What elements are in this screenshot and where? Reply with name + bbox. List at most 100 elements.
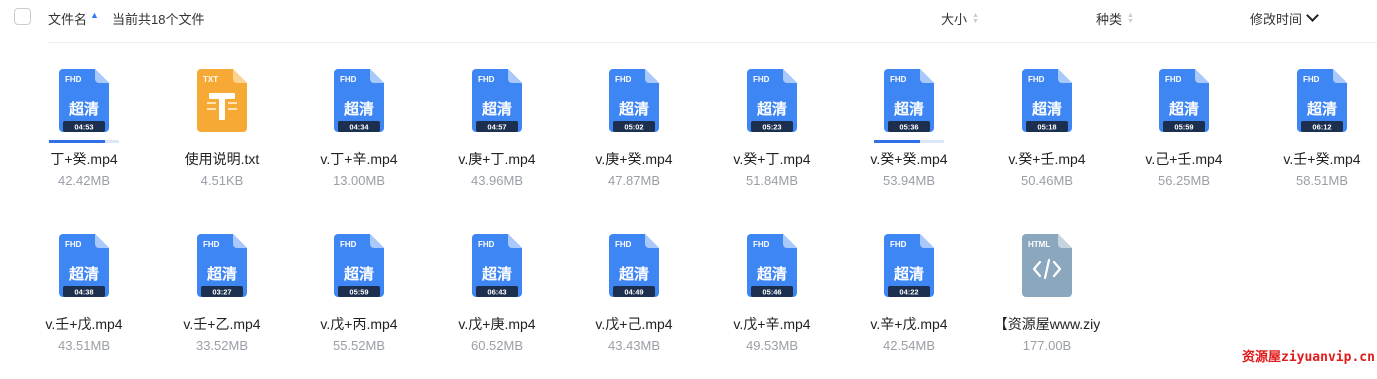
duration-label: 05:36 (899, 123, 918, 132)
quality-label: 超清 (68, 100, 99, 118)
file-name[interactable]: v.癸+癸.mp4 (844, 149, 974, 169)
file-type-badge: FHD (478, 240, 495, 249)
file-name[interactable]: v.戊+丙.mp4 (294, 314, 424, 334)
duration-label: 05:46 (762, 288, 781, 297)
file-size: 43.96MB (470, 173, 524, 188)
file-size: 49.53MB (745, 338, 799, 353)
file-name[interactable]: v.庚+丁.mp4 (432, 149, 562, 169)
file-name[interactable]: 丁+癸.mp4 (19, 149, 149, 169)
file-size: 53.94MB (882, 173, 936, 188)
video-file-icon: FHD 超清 03:27 (197, 234, 247, 297)
file-item[interactable]: TXT 使用说明.txt 4.51KB (157, 69, 287, 199)
file-item[interactable]: FHD 超清 05:02 v.庚+癸.mp4 47.87MB (569, 69, 699, 199)
file-size: 60.52MB (470, 338, 524, 353)
file-name[interactable]: v.戊+庚.mp4 (432, 314, 562, 334)
file-name[interactable]: v.戊+辛.mp4 (707, 314, 837, 334)
video-file-icon: FHD 超清 04:53 (59, 69, 109, 132)
file-item[interactable]: FHD 超清 05:59 v.己+壬.mp4 56.25MB (1119, 69, 1249, 199)
duration-label: 04:34 (349, 123, 369, 132)
file-item[interactable]: FHD 超清 04:38 v.壬+戊.mp4 43.51MB (19, 234, 149, 364)
file-size: 58.51MB (1295, 173, 1349, 188)
file-name[interactable]: 【资源屋www.ziy (982, 314, 1112, 334)
duration-label: 03:27 (212, 288, 231, 297)
sort-by-type-button[interactable]: 种类 ▲ ▼ (1096, 9, 1134, 28)
file-name[interactable]: v.庚+癸.mp4 (569, 149, 699, 169)
file-type-badge: FHD (1028, 75, 1045, 84)
file-item[interactable]: FHD 超清 04:34 v.丁+辛.mp4 13.00MB (294, 69, 424, 199)
duration-label: 05:18 (1037, 123, 1056, 132)
file-count: 当前共18个文件 (112, 12, 205, 27)
video-file-icon: FHD 超清 05:46 (747, 234, 797, 297)
quality-label: 超清 (1168, 100, 1199, 118)
select-all-checkbox[interactable] (14, 8, 31, 25)
file-type-badge: FHD (890, 75, 907, 84)
column-name-label: 文件名 (48, 12, 88, 27)
playback-progress-fill (874, 140, 920, 143)
file-type-badge: FHD (65, 75, 82, 84)
duration-label: 05:23 (762, 123, 781, 132)
video-file-icon: FHD 超清 04:49 (609, 234, 659, 297)
file-item[interactable]: FHD 超清 05:23 v.癸+丁.mp4 51.84MB (707, 69, 837, 199)
video-file-icon: FHD 超清 06:43 (472, 234, 522, 297)
file-name[interactable]: 使用说明.txt (157, 149, 287, 169)
file-type-badge: FHD (203, 240, 220, 249)
file-item[interactable]: FHD 超清 05:36 v.癸+癸.mp4 53.94MB (844, 69, 974, 199)
file-name[interactable]: v.癸+丁.mp4 (707, 149, 837, 169)
quality-label: 超清 (756, 100, 787, 118)
file-size: 55.52MB (332, 338, 386, 353)
video-file-icon: FHD 超清 04:57 (472, 69, 522, 132)
quality-label: 超清 (1031, 100, 1062, 118)
video-file-icon: FHD 超清 05:18 (1022, 69, 1072, 132)
file-item[interactable]: FHD 超清 06:12 v.壬+癸.mp4 58.51MB (1257, 69, 1377, 199)
quality-label: 超清 (481, 265, 512, 283)
file-item[interactable]: HTML 【资源屋www.ziy 177.00B (982, 234, 1112, 364)
file-size: 33.52MB (195, 338, 249, 353)
watermark: 资源屋ziyuanvip.cn (1242, 350, 1375, 365)
file-item[interactable]: FHD 超清 04:49 v.戊+己.mp4 43.43MB (569, 234, 699, 364)
video-file-icon: FHD 超清 05:59 (1159, 69, 1209, 132)
video-file-icon: FHD 超清 05:36 (884, 69, 934, 132)
file-name[interactable]: v.癸+壬.mp4 (982, 149, 1112, 169)
playback-progress-bar (49, 140, 119, 143)
duration-label: 04:49 (624, 288, 643, 297)
file-type-badge: FHD (1165, 75, 1182, 84)
file-name[interactable]: v.丁+辛.mp4 (294, 149, 424, 169)
file-item[interactable]: FHD 超清 04:22 v.辛+戊.mp4 42.54MB (844, 234, 974, 364)
file-size: 51.84MB (745, 173, 799, 188)
file-item[interactable]: FHD 超清 05:18 v.癸+壬.mp4 50.46MB (982, 69, 1112, 199)
quality-label: 超清 (68, 265, 99, 283)
file-size: 177.00B (1022, 338, 1072, 353)
chevron-down-icon (1306, 9, 1319, 22)
file-type-badge: FHD (753, 240, 770, 249)
file-item[interactable]: FHD 超清 03:27 v.壬+乙.mp4 33.52MB (157, 234, 287, 364)
file-name[interactable]: v.戊+己.mp4 (569, 314, 699, 334)
file-item[interactable]: FHD 超清 04:57 v.庚+丁.mp4 43.96MB (432, 69, 562, 199)
quality-label: 超清 (893, 265, 924, 283)
file-item[interactable]: FHD 超清 05:59 v.戊+丙.mp4 55.52MB (294, 234, 424, 364)
file-type-badge: TXT (203, 75, 218, 84)
quality-label: 超清 (206, 265, 237, 283)
file-name[interactable]: v.壬+乙.mp4 (157, 314, 287, 334)
file-type-badge: FHD (615, 240, 632, 249)
file-type-badge: FHD (890, 240, 907, 249)
sort-by-name-button[interactable]: 文件名 ▲ (48, 9, 99, 28)
sort-by-modified-button[interactable]: 修改时间 (1250, 9, 1319, 28)
column-type-label: 种类 (1096, 12, 1123, 27)
file-item[interactable]: FHD 超清 04:53 丁+癸.mp4 42.42MB (19, 69, 149, 199)
sort-by-size-button[interactable]: 大小 ▲ ▼ (941, 9, 979, 28)
html-file-icon: HTML (1022, 234, 1072, 297)
playback-progress-fill (49, 140, 105, 143)
file-name[interactable]: v.己+壬.mp4 (1119, 149, 1249, 169)
file-name[interactable]: v.辛+戊.mp4 (844, 314, 974, 334)
video-file-icon: FHD 超清 05:23 (747, 69, 797, 132)
duration-label: 04:38 (74, 288, 93, 297)
duration-label: 05:02 (624, 123, 643, 132)
file-type-badge: FHD (65, 240, 82, 249)
sort-ascending-icon: ▲ (90, 9, 99, 20)
video-file-icon: FHD 超清 05:02 (609, 69, 659, 132)
file-item[interactable]: FHD 超清 05:46 v.戊+辛.mp4 49.53MB (707, 234, 837, 364)
file-name[interactable]: v.壬+癸.mp4 (1257, 149, 1377, 169)
file-size: 13.00MB (332, 173, 386, 188)
file-item[interactable]: FHD 超清 06:43 v.戊+庚.mp4 60.52MB (432, 234, 562, 364)
file-name[interactable]: v.壬+戊.mp4 (19, 314, 149, 334)
